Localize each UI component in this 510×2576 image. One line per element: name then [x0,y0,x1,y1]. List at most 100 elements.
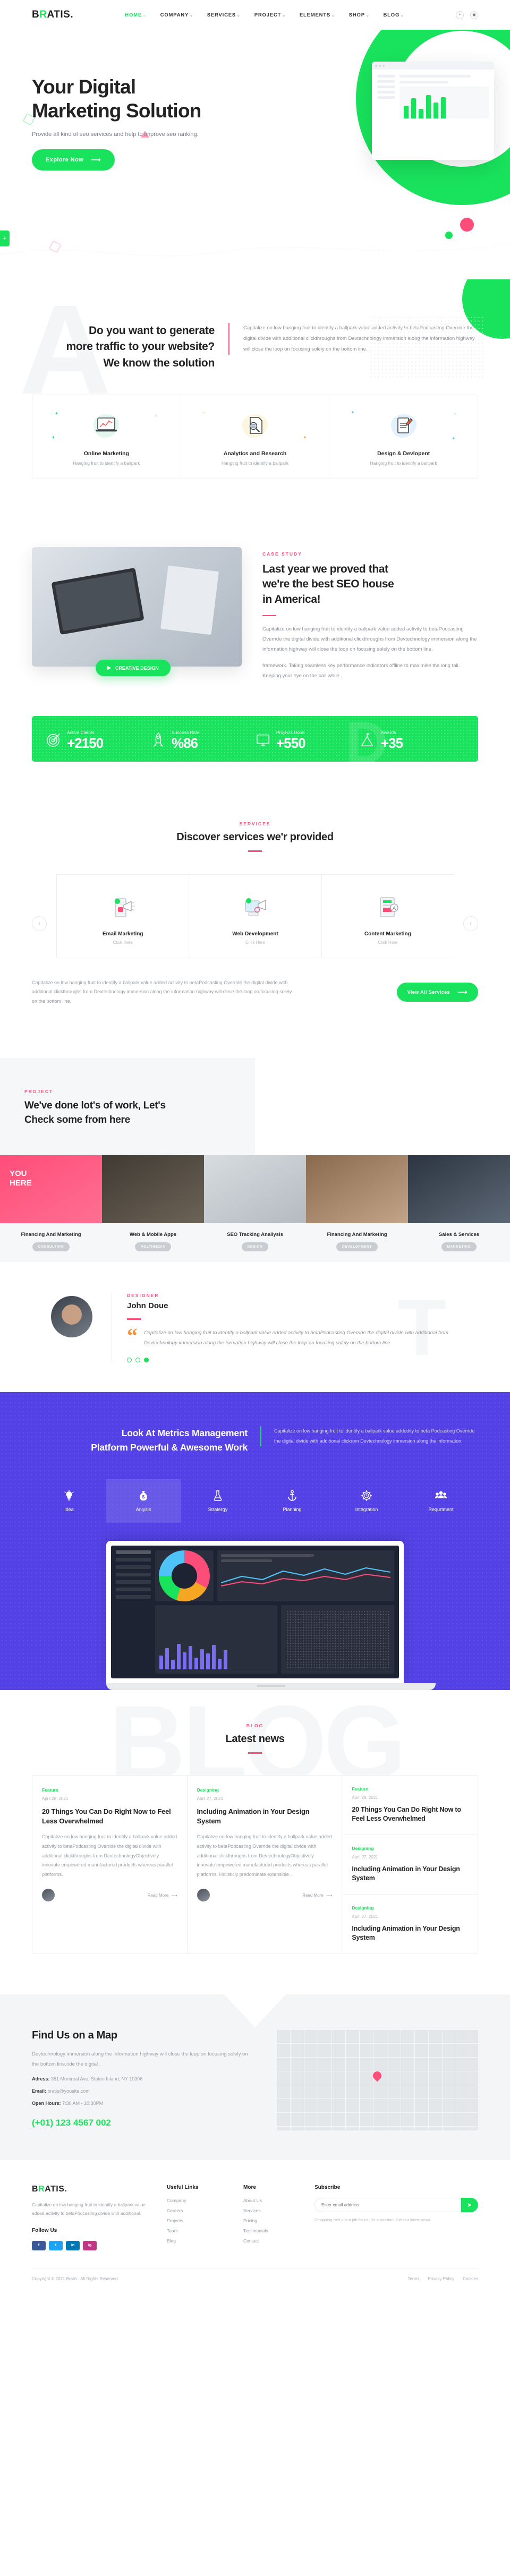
cookies-link[interactable]: Cookies [463,2276,478,2281]
metrics-tabs: Idea $ Anlysis Stratergy Planning Integr… [32,1479,478,1523]
mockup-titlebar [372,62,494,70]
testimonial-name: John Doue [127,1301,168,1311]
portfolio-item[interactable]: SEO Tracking Analiysis DESIGN [204,1155,306,1263]
portfolio-tag: CONSULTING [32,1242,70,1252]
explore-now-label: Explore Now [46,157,84,164]
twitter-icon[interactable]: t [49,2240,63,2250]
footer-link[interactable]: Team [167,2228,231,2233]
testimonial-quote: Capitalize on low hanging fruit to ident… [144,1329,448,1346]
view-all-services-button[interactable]: View All Services ⟶ [396,983,478,1002]
tab-idea[interactable]: Idea [32,1479,106,1523]
blog-card[interactable]: Designing April 27, 2021 Including Anima… [186,1775,342,1954]
portfolio-image [204,1155,306,1224]
people-icon [407,1489,475,1503]
phone-number[interactable]: (+01) 123 4567 002 [32,2118,255,2128]
subscribe-title: Subscribe [314,2184,341,2190]
nav-item-home[interactable]: HOME ⌄ [125,12,146,18]
carousel-next-button[interactable]: › [463,916,478,931]
linkedin-icon[interactable]: in [66,2240,80,2250]
footer-link[interactable]: Company [167,2198,231,2203]
site-footer: BRATIS. Capitalize on low hanging fruit … [0,2160,510,2292]
read-more-link[interactable]: Read More ⟶ [148,1893,177,1898]
footer-about-text: Capitalize on low hanging fruit to ident… [32,2202,146,2216]
footer-logo[interactable]: BRATIS. [32,2185,154,2194]
facebook-icon[interactable]: f [32,2240,46,2250]
divider [248,1752,262,1754]
portfolio-item[interactable]: Sales & Services MARKETING [408,1155,510,1263]
privacy-link[interactable]: Privacy Policy [428,2276,454,2281]
service-card[interactable]: Email Marketing Click Here [56,874,189,958]
portfolio-item[interactable]: Financing And Marketing DEVELOPMENT [306,1155,408,1263]
stat-label: Projects Done [276,730,305,736]
blog-heading: Latest news [225,1733,285,1745]
target-icon [47,733,60,747]
feature-card[interactable]: ✦ ○ ✦ Online Marketing Hanging fruit to … [32,395,181,479]
carousel-dot[interactable] [127,1357,132,1362]
stat-value: +2150 [67,735,104,752]
blog-card[interactable]: Feature April 28, 2021 20 Things You Can… [32,1775,187,1954]
metrics-heading-line1: Look At Metrics Management [121,1427,248,1438]
footer-link[interactable]: Projects [167,2218,231,2223]
footer-link[interactable]: About Us [243,2198,302,2203]
tab-recruitment[interactable]: Requrtment [404,1479,478,1523]
portfolio-image [408,1155,510,1224]
tab-strategy[interactable]: Stratergy [181,1479,255,1523]
nav-item-blog[interactable]: BLOG ⌄ [384,12,404,18]
nav-item-services[interactable]: SERVICES ⌄ [207,12,241,18]
feature-card[interactable]: ✦ ○ ✦ Design & Devlopent Hanging fruit t… [329,395,478,479]
portfolio-item[interactable]: Web & Mobile Apps MULTIMEDIA [102,1155,204,1263]
contact-info: Find Us on a Map Devtechnology immersion… [32,2029,255,2130]
main-nav: HOME ⌄ COMPANY ⌄ SERVICES ⌄ PROJECT ⌄ ELEMEN… [73,12,456,18]
search-icon[interactable]: ⌕ [456,11,464,19]
footer-link[interactable]: Pricing [243,2218,302,2223]
explore-now-button[interactable]: Explore Now ⟶ [32,149,115,171]
footer-link[interactable]: Testimonials [243,2228,302,2233]
testimonial-body: DESIGNER John Doue “ Capitalize on low h… [112,1293,478,1362]
dot-grid-decoration [369,315,483,379]
portfolio-title: SEO Tracking Analiysis [227,1232,283,1238]
mountain-flag-icon [361,733,373,747]
nav-item-project[interactable]: PROJECT ⌄ [254,12,286,18]
feature-card[interactable]: ○ ✦ Analytics and Research Hanging fruit… [181,395,330,479]
creative-design-badge[interactable]: ▶ CREATIVE DESIGN [96,660,171,677]
footer-link[interactable]: Services [243,2208,302,2213]
send-icon[interactable]: ➤ [461,2197,478,2212]
blog-section: BLOG BLOG Latest news Feature April 28, … [0,1690,510,1984]
footer-link[interactable]: Careers [167,2208,231,2213]
footer-link[interactable]: Contact [243,2238,302,2244]
tab-analysis[interactable]: $ Anlysis [106,1479,181,1523]
map-embed[interactable] [276,2029,478,2130]
portfolio-item[interactable]: YOU HERE Financing And Marketing CONSULTI… [0,1155,102,1263]
feature-card-title: Design & Devlopent [377,450,430,457]
follow-us-label: Follow Us [32,2227,57,2233]
footer-link[interactable]: Blog [167,2238,231,2244]
divider [248,850,262,852]
carousel-prev-button[interactable]: ‹ [32,916,47,931]
cart-icon[interactable]: ▣ [470,11,478,19]
project-section: PROJECT We've done lot's of work, Let's … [0,1037,510,1263]
case-study-image [32,547,242,667]
read-more-link[interactable]: Read More ⟶ [302,1893,332,1898]
blog-date: April 27, 2021 [352,1914,378,1919]
email-value[interactable]: bratis@yousite.com [48,2088,90,2094]
logo[interactable]: BRATIS. [32,9,73,21]
tab-planning[interactable]: Planning [255,1479,329,1523]
nav-item-company[interactable]: COMPANY ⌄ [160,12,193,18]
blog-mini-item[interactable]: Feature April 28, 2021 20 Things You Can… [342,1776,478,1835]
blog-mini-item[interactable]: Designing April 27, 2021 Including Anima… [342,1835,478,1895]
tab-integration[interactable]: Integration [329,1479,404,1523]
carousel-dot-active[interactable] [144,1357,149,1362]
terms-link[interactable]: Terms [408,2276,420,2281]
side-toggle-button[interactable]: + [0,231,10,246]
chevron-down-icon: ⌄ [332,13,335,18]
service-card[interactable]: Web Development Click Here [189,874,321,958]
case-study-media: ▶ CREATIVE DESIGN [32,547,244,677]
nav-item-elements[interactable]: ELEMENTS ⌄ [300,12,335,18]
subscribe-input[interactable] [314,2197,461,2212]
blog-mini-item[interactable]: Designing April 27, 2021 Including Anima… [342,1895,478,1954]
dashboard-donut-chart [155,1550,214,1602]
instagram-icon[interactable]: ig [83,2240,97,2250]
service-card[interactable]: A Content Marketing Click Here [321,874,454,958]
carousel-dot[interactable] [135,1357,140,1362]
nav-item-shop[interactable]: SHOP ⌄ [349,12,370,18]
